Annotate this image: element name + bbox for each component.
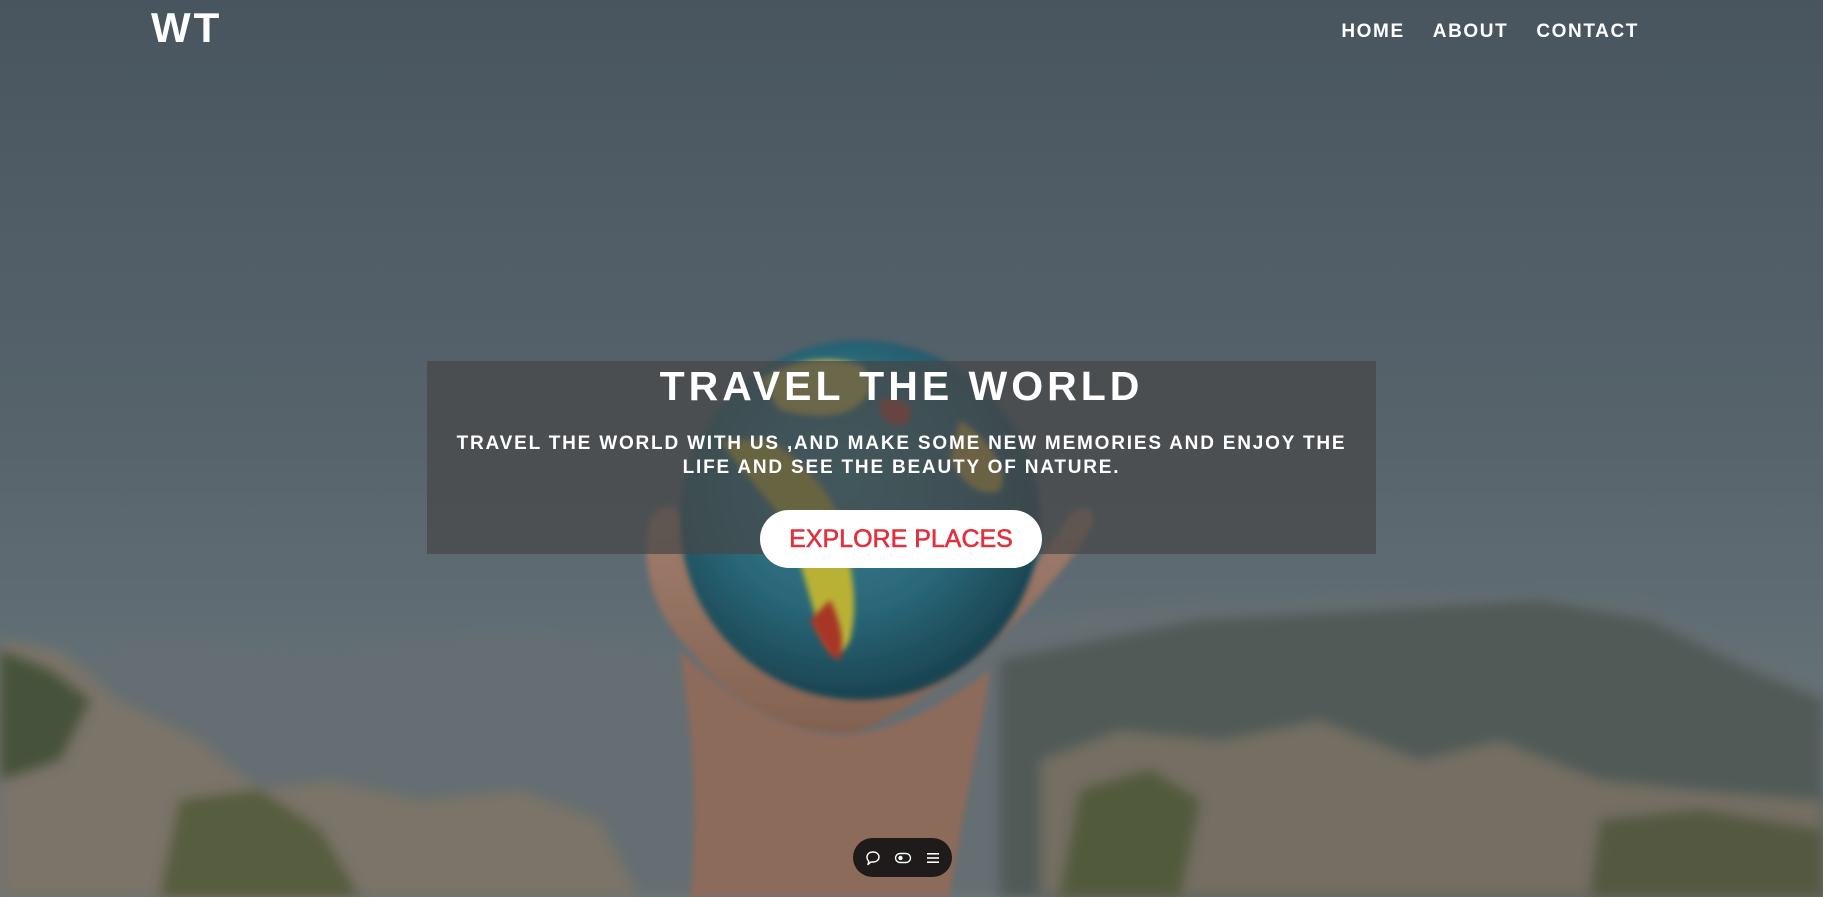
page: WT HOME ABOUT CONTACT TRAVEL THE WORLD T… <box>0 0 1823 897</box>
hero-title: TRAVEL THE WORLD <box>659 363 1144 409</box>
nav-about-link[interactable]: ABOUT <box>1433 21 1509 43</box>
menu-icon[interactable] <box>923 848 943 868</box>
explore-places-button[interactable]: EXPLORE PLACES <box>760 510 1042 568</box>
toggle-icon[interactable] <box>893 848 913 868</box>
main-nav: HOME ABOUT CONTACT <box>1341 21 1639 43</box>
nav-home-link[interactable]: HOME <box>1341 21 1404 43</box>
nav-contact-link[interactable]: CONTACT <box>1536 21 1639 43</box>
site-header: WT HOME ABOUT CONTACT <box>0 0 1823 66</box>
hero-subtitle: TRAVEL THE WORLD WITH US ,AND MAKE SOME … <box>456 433 1347 478</box>
comment-icon[interactable] <box>863 848 883 868</box>
site-logo[interactable]: WT <box>151 4 222 52</box>
floating-toolbar <box>853 838 952 877</box>
